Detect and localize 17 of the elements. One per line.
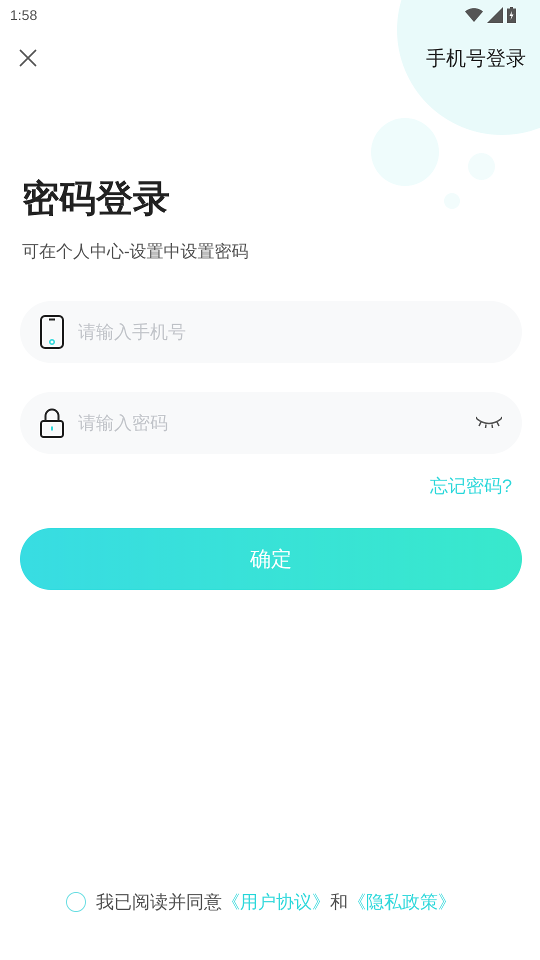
phone-login-link[interactable]: 手机号登录: [426, 44, 526, 72]
subtitle-text: 可在个人中心-设置中设置密码: [22, 241, 250, 263]
eye-closed-icon[interactable]: [476, 416, 502, 430]
wifi-icon: [465, 8, 483, 22]
close-icon[interactable]: [19, 49, 37, 67]
agreement-checkbox[interactable]: [66, 892, 86, 912]
status-time: 1:58: [10, 7, 38, 23]
agreement-link[interactable]: 《用户协议》: [222, 892, 330, 912]
lock-icon: [40, 408, 64, 438]
signal-icon: [487, 7, 503, 23]
forgot-password-link[interactable]: 忘记密码?: [430, 473, 512, 499]
page-title: 密码登录: [22, 177, 170, 221]
battery-icon: [507, 7, 516, 23]
agreement-text: 我已阅读并同意《用户协议》和《隐私政策》: [96, 891, 456, 914]
confirm-button[interactable]: 确定: [20, 528, 522, 590]
phone-icon: [40, 315, 64, 349]
agreement-link[interactable]: 《隐私政策》: [348, 892, 456, 912]
